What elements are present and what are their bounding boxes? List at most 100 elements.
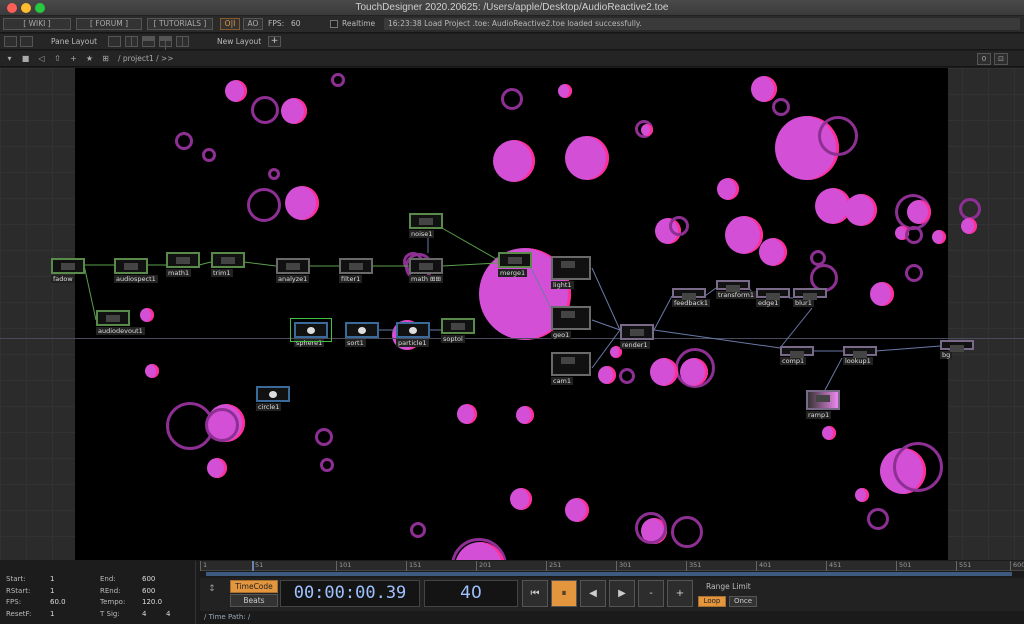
start-label: Start: xyxy=(6,575,26,583)
timeline-ruler[interactable]: 1 51 101 151 201 251 301 351 401 451 501 551 600 xyxy=(200,561,1024,571)
node-sphere1[interactable]: sphere1 xyxy=(290,318,332,347)
end-value[interactable]: 600 xyxy=(142,575,155,583)
ao-button[interactable]: AO xyxy=(243,18,263,30)
tsig-label: T Sig: xyxy=(100,610,120,618)
go-to-start-button[interactable]: ⏮ xyxy=(522,580,548,607)
timecode-toggle[interactable]: TimeCode xyxy=(230,580,278,593)
up-icon[interactable]: ⇧ xyxy=(52,53,63,64)
decrease-button[interactable]: - xyxy=(638,580,664,607)
wiki-button[interactable]: [ WIKI ] xyxy=(3,18,71,30)
image-icon[interactable] xyxy=(4,36,17,47)
layout-single-icon[interactable] xyxy=(108,36,121,47)
playhead[interactable] xyxy=(252,561,254,571)
node-noise1[interactable]: noise1 xyxy=(409,213,443,238)
window-title: TouchDesigner 2020.20625: /Users/apple/D… xyxy=(355,2,669,13)
node-circle1[interactable]: circle1 xyxy=(256,386,290,411)
menu-icon[interactable]: ▾ xyxy=(4,53,15,64)
tutorials-button[interactable]: [ TUTORIALS ] xyxy=(147,18,213,30)
ruler-tick: 301 xyxy=(616,561,631,571)
ruler-tick: 1 xyxy=(200,561,207,571)
node-filter1[interactable]: filter1 xyxy=(339,258,373,283)
pane-layout-label: Pane Layout xyxy=(51,37,98,46)
joystick-icon[interactable] xyxy=(20,36,33,47)
step-back-button[interactable]: ◀ xyxy=(580,580,606,607)
ruler-tick: 201 xyxy=(476,561,491,571)
pause-button[interactable]: ⏸ xyxy=(551,580,577,607)
layout-split-h-icon[interactable] xyxy=(142,36,155,47)
stop-icon[interactable]: ■ xyxy=(20,53,31,64)
node-blur1[interactable]: blur1 xyxy=(793,288,827,307)
forum-button[interactable]: [ FORUM ] xyxy=(76,18,142,30)
start-value[interactable]: 1 xyxy=(50,575,54,583)
rend-value[interactable]: 600 xyxy=(142,587,155,595)
resize-handle-icon[interactable]: ↕ xyxy=(205,584,219,606)
scrollbar-thumb[interactable] xyxy=(206,572,1012,576)
new-layout-label[interactable]: New Layout xyxy=(217,37,261,46)
node-ramp1[interactable]: ramp1 xyxy=(806,390,840,419)
node-math2[interactable]: math ⊞⊞ xyxy=(409,258,443,283)
time-settings-panel: Start: 1 End: 600 RStart: 1 REnd: 600 FP… xyxy=(0,561,196,624)
node-geo1[interactable]: geo1 xyxy=(551,306,591,339)
node-math1[interactable]: math1 xyxy=(166,252,200,277)
node-analyze1[interactable]: analyze1 xyxy=(276,258,310,283)
node-label: merge1 xyxy=(498,269,528,277)
node-audiospect1[interactable]: audiospect1 xyxy=(114,258,158,283)
node-feedback1[interactable]: feedback1 xyxy=(672,288,710,307)
node-bg[interactable]: bg xyxy=(940,340,974,359)
step-forward-button[interactable]: ▶ xyxy=(609,580,635,607)
layout-quad-icon[interactable] xyxy=(176,36,189,47)
node-trim1[interactable]: trim1 xyxy=(211,252,245,277)
star-icon[interactable]: ★ xyxy=(84,53,95,64)
ruler-tick: 351 xyxy=(686,561,701,571)
node-thumb xyxy=(716,280,750,292)
frame-display[interactable]: 40 xyxy=(424,580,518,607)
node-label: math1 xyxy=(166,269,192,277)
node-light1[interactable]: light1 xyxy=(551,256,591,289)
oi-button[interactable]: O|I xyxy=(220,18,240,30)
node-soptol[interactable]: soptol xyxy=(441,318,475,343)
beats-toggle[interactable]: Beats xyxy=(230,594,278,607)
add-layout-button[interactable]: + xyxy=(268,36,281,47)
node-thumb xyxy=(806,390,840,410)
network-path[interactable]: / project1 / >> xyxy=(118,54,174,63)
marker-icon[interactable]: ⊞ xyxy=(100,53,111,64)
node-edge1[interactable]: edge1 xyxy=(756,288,790,307)
node-label: edge1 xyxy=(756,299,781,307)
node-label: light1 xyxy=(551,281,574,289)
realtime-checkbox[interactable] xyxy=(330,20,338,28)
back-icon[interactable]: ◁ xyxy=(36,53,47,64)
node-transform1[interactable]: transform1 xyxy=(716,280,757,299)
once-button[interactable]: Once xyxy=(729,596,757,607)
increase-button[interactable]: + xyxy=(667,580,693,607)
resetf-value[interactable]: 1 xyxy=(50,610,54,618)
node-particle1[interactable]: particle1 xyxy=(396,322,430,347)
pane-expand-button[interactable]: ⊡ xyxy=(994,53,1008,65)
time-path[interactable]: / Time Path: / xyxy=(200,611,1024,624)
tsig-value-b[interactable]: 4 xyxy=(166,610,170,618)
timecode-display[interactable]: 00:00:00.39 xyxy=(280,580,420,607)
end-label: End: xyxy=(100,575,116,583)
tempo-value[interactable]: 120.0 xyxy=(142,598,162,606)
add-icon[interactable]: + xyxy=(68,53,79,64)
pane-zero-button[interactable]: 0 xyxy=(977,53,991,65)
node-label: sort1 xyxy=(345,339,366,347)
node-fadow[interactable]: fadow xyxy=(51,258,85,283)
network-editor[interactable]: fadow audiospect1 math1 trim1 analyze1 f… xyxy=(0,68,1024,560)
ruler-tick: 600 xyxy=(1010,561,1024,571)
node-audiodevout1[interactable]: audiodevout1 xyxy=(96,310,145,335)
node-cam1[interactable]: cam1 xyxy=(551,352,591,385)
node-sort1[interactable]: sort1 xyxy=(345,322,379,347)
loop-button[interactable]: Loop xyxy=(698,596,726,607)
node-label: soptol xyxy=(441,335,465,343)
node-wires xyxy=(83,227,941,391)
node-lookup1[interactable]: lookup1 xyxy=(843,346,877,365)
tsig-value-a[interactable]: 4 xyxy=(142,610,146,618)
timeline-scrollbar[interactable] xyxy=(200,571,1024,577)
rstart-value[interactable]: 1 xyxy=(50,587,54,595)
layout-split-v-icon[interactable] xyxy=(125,36,138,47)
node-render1[interactable]: render1 xyxy=(620,324,654,349)
fps-value[interactable]: 60.0 xyxy=(50,598,66,606)
layout-three-icon[interactable] xyxy=(159,36,172,50)
node-merge1[interactable]: merge1 xyxy=(498,252,532,277)
node-comp1[interactable]: comp1 xyxy=(780,346,814,365)
